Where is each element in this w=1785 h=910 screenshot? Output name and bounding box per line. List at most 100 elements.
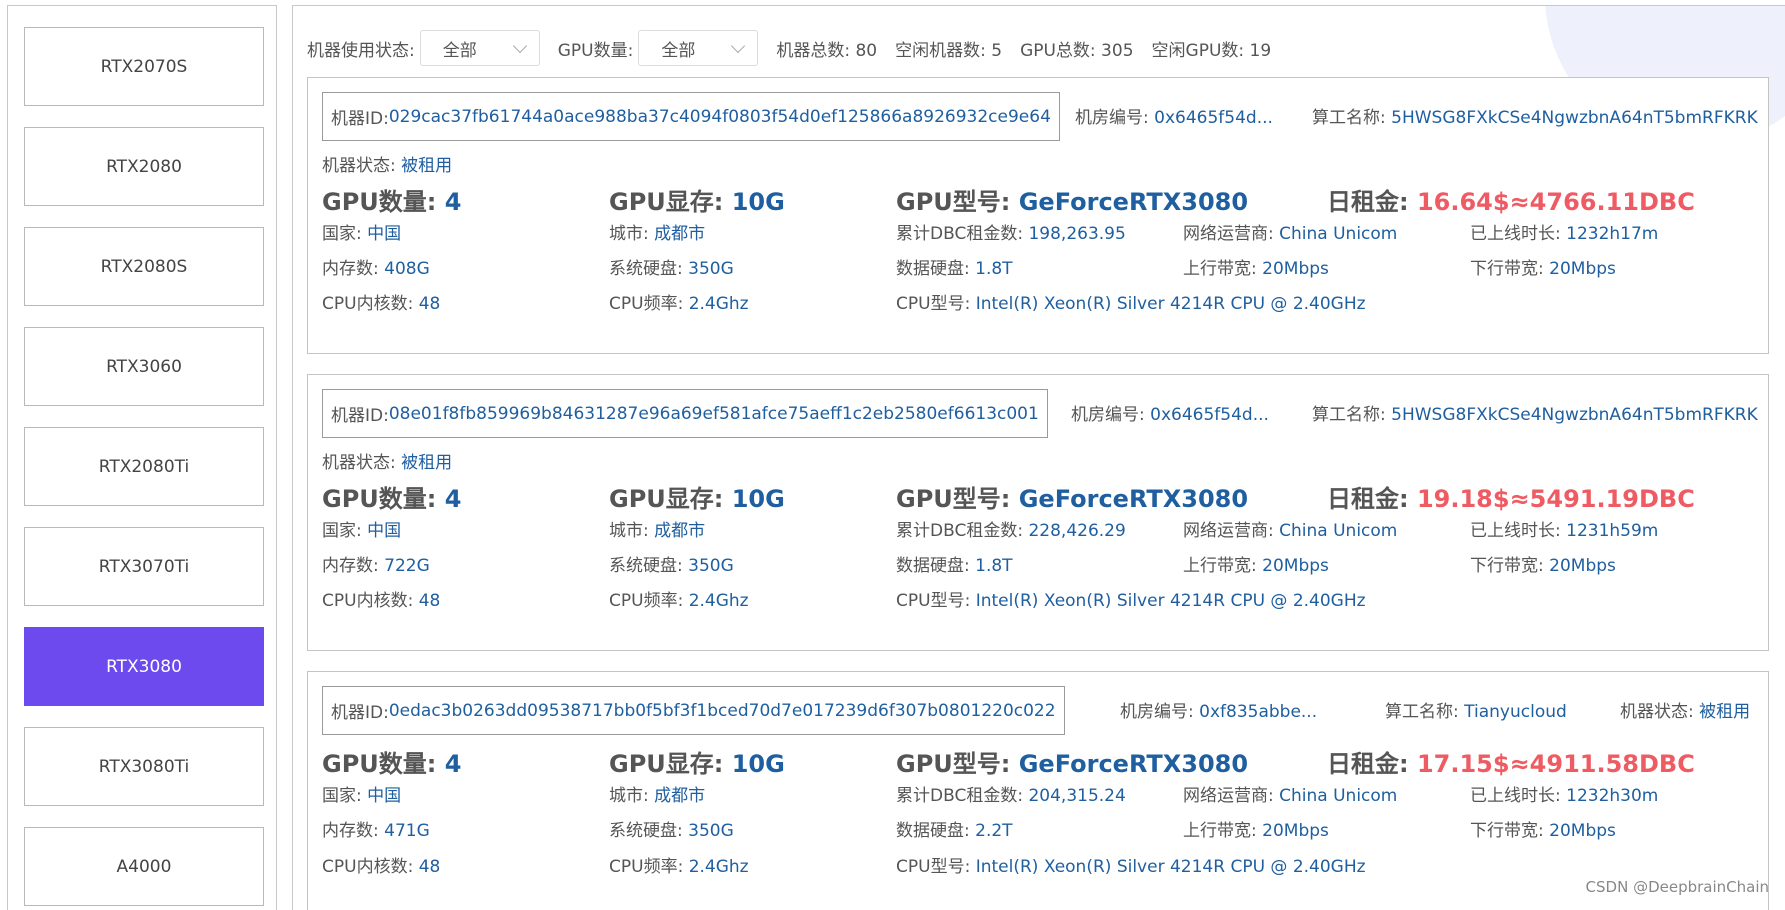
gpu-count-value: 4 [444,485,462,513]
gpu-count-field: GPU数量: 4 [322,182,461,217]
sys-disk-field: 系统硬盘: 350G [609,254,734,279]
daily-rent-field: 日租金: 17.15$≈4911.58DBC [1327,744,1695,779]
sidebar-item-label: RTX2080 [106,156,182,177]
total-dbc-value: 204,315.24 [1028,786,1126,806]
cpu-model-field: CPU型号: Intel(R) Xeon(R) Silver 4214R CPU… [896,586,1366,611]
machine-status-value: 被租用 [401,156,453,176]
machine-id-box[interactable]: 机器ID: 029cac37fb61744a0ace988ba37c4094f0… [322,92,1060,141]
machine-id-box[interactable]: 机器ID: 08e01f8fb859969b84631287e96a69ef58… [322,389,1048,438]
machine-id-value: 029cac37fb61744a0ace988ba37c4094f0803f54… [388,106,1051,127]
uptime-value: 1231h59m [1566,521,1659,541]
sidebar-item-rtx2080[interactable]: RTX2080 [24,127,264,206]
country-value: 中国 [367,224,402,244]
chevron-down-icon [512,38,527,53]
sidebar-item-rtx2070s[interactable]: RTX2070S [24,27,264,106]
data-disk-label: 数据硬盘: [896,821,976,841]
sys-disk-value: 350G [688,821,734,841]
gpu-count-value: 4 [444,188,462,216]
cpu-model-value: Intel(R) Xeon(R) Silver 4214R CPU @ 2.40… [975,294,1366,314]
download-field: 下行带宽: 20Mbps [1470,816,1616,841]
download-value: 20Mbps [1549,821,1616,841]
uptime-label: 已上线时长: [1470,224,1567,244]
cpu-model-label: CPU型号: [896,294,976,314]
cpu-cores-value: 48 [418,591,441,611]
gpu-count-label: GPU数量: [322,188,445,216]
gpu-memory-value: 10G [731,750,785,778]
upload-field: 上行带宽: 20Mbps [1183,816,1329,841]
gpu-count-filter-value: 全部 [661,40,696,61]
gpu-count-filter-label: GPU数量: [557,40,634,61]
gpu-model-value: GeForceRTX3080 [1018,485,1249,513]
uptime-field: 已上线时长: 1231h59m [1470,516,1658,541]
cpu-freq-value: 2.4Ghz [688,591,749,611]
memory-value: 471G [384,821,430,841]
cpu-cores-label: CPU内核数: [322,857,419,877]
sidebar-item-rtx2080ti[interactable]: RTX2080Ti [24,427,264,506]
uptime-value: 1232h17m [1566,224,1659,244]
gpu-memory-value: 10G [731,485,785,513]
isp-label: 网络运营商: [1183,224,1280,244]
data-disk-value: 1.8T [975,556,1013,576]
sidebar-item-rtx3080ti[interactable]: RTX3080Ti [24,727,264,806]
memory-label: 内存数: [322,556,385,576]
memory-field: 内存数: 408G [322,254,430,279]
machine-status-label: 机器状态: [1620,702,1700,722]
room-no-value: 0x6465f54d... [1154,108,1273,128]
cpu-model-value: Intel(R) Xeon(R) Silver 4214R CPU @ 2.40… [975,857,1366,877]
cpu-freq-field: CPU频率: 2.4Ghz [609,586,749,611]
cpu-freq-value: 2.4Ghz [688,294,749,314]
operator-label: 算工名称: [1312,108,1392,128]
gpu-count-label: GPU数量: [322,750,445,778]
total-dbc-label: 累计DBC租金数: [896,786,1029,806]
sidebar-item-rtx2080s[interactable]: RTX2080S [24,227,264,306]
daily-rent-value: 16.64$≈4766.11DBC [1416,188,1695,216]
operator-label: 算工名称: [1385,702,1465,722]
operator-field: 算工名称: 5HWSG8FXkCSe4NgwzbnA64nT5bmRFKRK [1312,400,1758,425]
room-no-label: 机房编号: [1075,108,1155,128]
status-filter-value: 全部 [442,40,477,61]
city-field: 城市: 成都市 [609,781,705,806]
city-value: 成都市 [654,786,706,806]
operator-value: 5HWSG8FXkCSe4NgwzbnA64nT5bmRFKRK [1391,108,1758,128]
cpu-model-label: CPU型号: [896,857,976,877]
total-dbc-value: 198,263.95 [1028,224,1126,244]
daily-rent-field: 日租金: 16.64$≈4766.11DBC [1327,182,1695,217]
machine-id-box[interactable]: 机器ID: 0edac3b0263dd09538717bb0f5bf3f1bce… [322,686,1065,735]
upload-label: 上行带宽: [1183,821,1263,841]
machine-status-field: 机器状态: 被租用 [322,151,452,176]
sidebar-item-a4000[interactable]: A4000 [24,827,264,906]
room-no-value: 0xf835abbe... [1199,702,1318,722]
total-dbc-label: 累计DBC租金数: [896,521,1029,541]
uptime-field: 已上线时长: 1232h30m [1470,781,1658,806]
sidebar-item-rtx3080[interactable]: RTX3080 [24,627,264,706]
sidebar-item-rtx3060[interactable]: RTX3060 [24,327,264,406]
status-filter-select[interactable]: 全部 [419,30,540,66]
sys-disk-label: 系统硬盘: [609,821,689,841]
cpu-freq-field: CPU频率: 2.4Ghz [609,289,749,314]
sidebar-item-rtx3070ti[interactable]: RTX3070Ti [24,527,264,606]
cpu-cores-value: 48 [418,294,441,314]
cpu-model-field: CPU型号: Intel(R) Xeon(R) Silver 4214R CPU… [896,852,1366,877]
operator-label: 算工名称: [1312,405,1392,425]
upload-label: 上行带宽: [1183,556,1263,576]
machine-card: 机器ID: 029cac37fb61744a0ace988ba37c4094f0… [307,77,1769,354]
watermark: CSDN @DeepbrainChain [1585,878,1769,896]
machine-status-value: 被租用 [1699,702,1751,722]
download-value: 20Mbps [1549,259,1616,279]
city-field: 城市: 成都市 [609,219,705,244]
city-label: 城市: [609,786,655,806]
isp-label: 网络运营商: [1183,786,1280,806]
download-value: 20Mbps [1549,556,1616,576]
city-value: 成都市 [654,521,706,541]
cpu-freq-label: CPU频率: [609,591,689,611]
total-dbc-value: 228,426.29 [1028,521,1126,541]
download-field: 下行带宽: 20Mbps [1470,254,1616,279]
data-disk-label: 数据硬盘: [896,556,976,576]
memory-label: 内存数: [322,821,385,841]
sys-disk-field: 系统硬盘: 350G [609,551,734,576]
sys-disk-value: 350G [688,556,734,576]
operator-value: Tianyucloud [1464,702,1567,722]
gpu-count-filter-select[interactable]: 全部 [638,30,759,66]
sidebar-item-label: RTX2070S [100,56,188,77]
upload-value: 20Mbps [1262,821,1329,841]
